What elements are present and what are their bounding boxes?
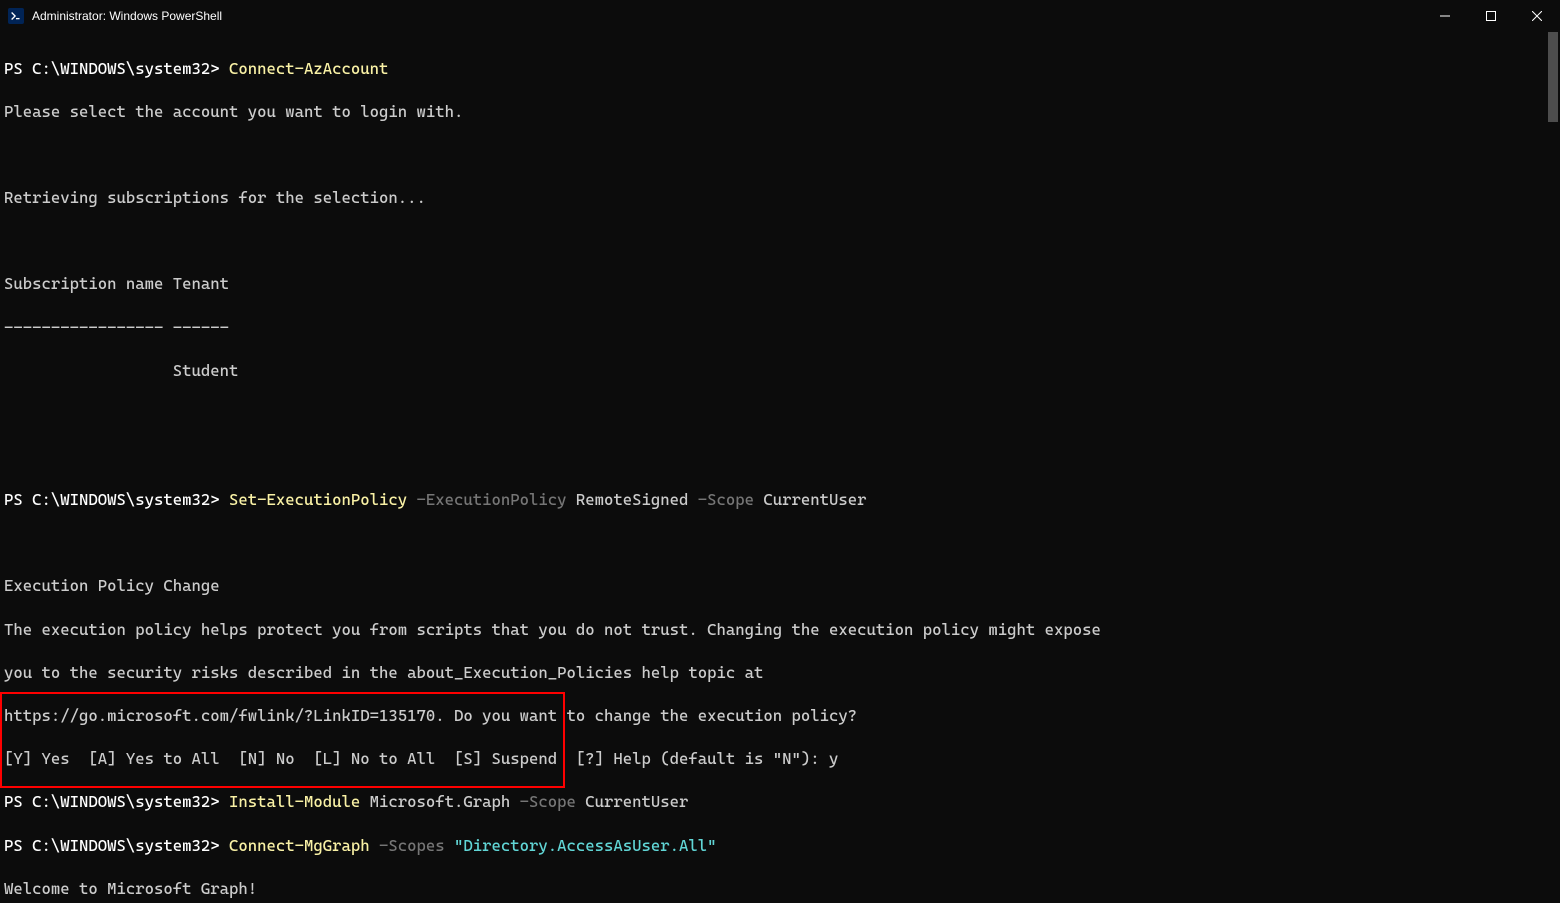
command-text: Install-Module <box>229 792 360 811</box>
command-text: Set-ExecutionPolicy <box>229 490 407 509</box>
minimize-button[interactable] <box>1422 0 1468 32</box>
output-line: you to the security risks described in t… <box>4 662 1556 684</box>
value-text: RemoteSigned <box>567 490 689 509</box>
param-text: -Scopes <box>370 836 445 855</box>
prompt: PS C:\WINDOWS\system32> <box>4 490 229 509</box>
prompt: PS C:\WINDOWS\system32> <box>4 836 229 855</box>
terminal-area[interactable]: PS C:\WINDOWS\system32> Connect-AzAccoun… <box>0 32 1560 903</box>
powershell-icon <box>8 8 24 24</box>
output-line: Execution Policy Change <box>4 575 1556 597</box>
param-text: -Scope <box>510 792 576 811</box>
value-text: CurrentUser <box>576 792 689 811</box>
output-line: https://go.microsoft.com/fwlink/?LinkID=… <box>4 705 1556 727</box>
window-title: Administrator: Windows PowerShell <box>32 8 1422 24</box>
window-titlebar: Administrator: Windows PowerShell <box>0 0 1560 32</box>
output-line <box>4 532 1556 554</box>
output-line <box>4 144 1556 166</box>
string-text: "Directory.AccessAsUser.All" <box>445 836 717 855</box>
maximize-button[interactable] <box>1468 0 1514 32</box>
value-text: CurrentUser <box>754 490 867 509</box>
command-text: Connect-MgGraph <box>229 836 370 855</box>
output-line: Welcome to Microsoft Graph! <box>4 878 1556 900</box>
output-line <box>4 446 1556 468</box>
prompt: PS C:\WINDOWS\system32> <box>4 792 229 811</box>
output-line: Subscription name Tenant <box>4 273 1556 295</box>
output-line: The execution policy helps protect you f… <box>4 619 1556 641</box>
param-text: -Scope <box>688 490 754 509</box>
command-text: Connect-AzAccount <box>229 59 388 78</box>
output-line <box>4 230 1556 252</box>
output-line: [Y] Yes [A] Yes to All [N] No [L] No to … <box>4 748 1556 770</box>
prompt: PS C:\WINDOWS\system32> <box>4 59 229 78</box>
output-line <box>4 403 1556 425</box>
window-controls <box>1422 0 1560 32</box>
param-text: -ExecutionPolicy <box>407 490 566 509</box>
output-line: ----------------- ------ <box>4 317 1556 339</box>
output-line: Please select the account you want to lo… <box>4 101 1556 123</box>
close-button[interactable] <box>1514 0 1560 32</box>
output-line: Student <box>4 360 1556 382</box>
value-text: Microsoft.Graph <box>360 792 510 811</box>
output-line: Retrieving subscriptions for the selecti… <box>4 187 1556 209</box>
